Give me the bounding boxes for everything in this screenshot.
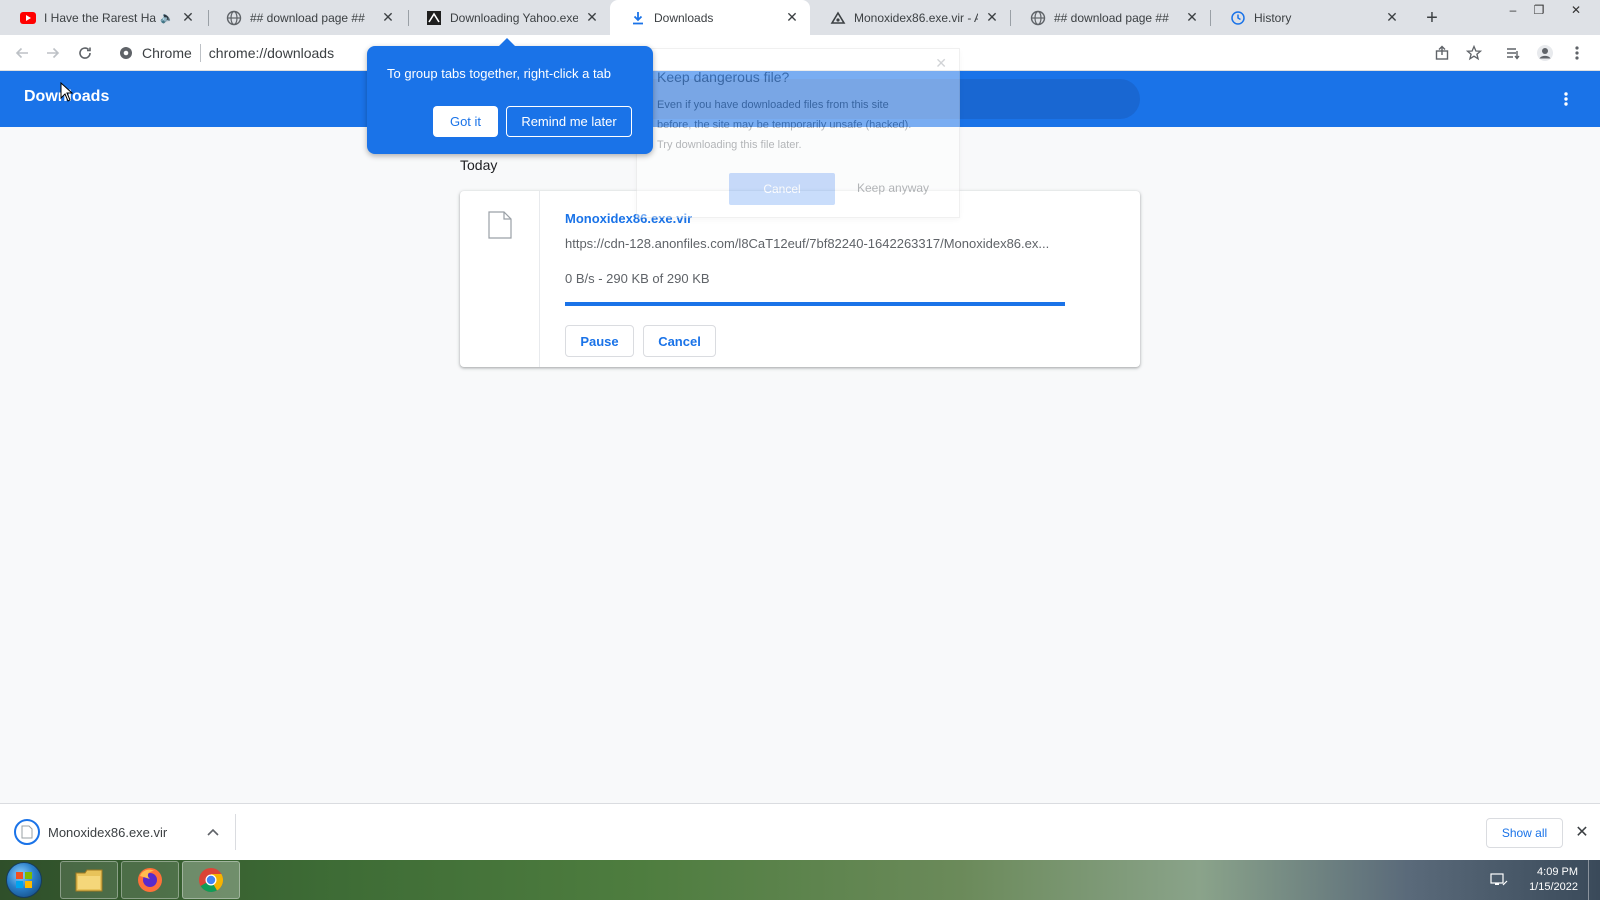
chrome-menu-icon[interactable] bbox=[1567, 43, 1587, 63]
tab-groups-promo-bubble: To group tabs together, right-click a ta… bbox=[367, 38, 653, 154]
download-progress-fill bbox=[565, 302, 1065, 306]
download-source-url[interactable]: https://cdn-128.anonfiles.com/l8CaT12euf… bbox=[565, 236, 1065, 251]
file-icon bbox=[488, 211, 512, 239]
close-tab-icon[interactable]: ✕ bbox=[984, 9, 1000, 26]
dangerous-file-dialog: Keep dangerous file? ✕ Even if you have … bbox=[636, 48, 960, 218]
tab-downloads[interactable]: Downloads ✕ bbox=[610, 0, 810, 35]
tab-title: I Have the Rarest Har bbox=[44, 10, 157, 25]
download-progress-bar bbox=[565, 302, 1065, 306]
folder-icon bbox=[75, 869, 103, 892]
tab-youtube[interactable]: I Have the Rarest Har 🔈 ✕ bbox=[0, 0, 206, 35]
shelf-download-item[interactable]: Monoxidex86.exe.vir bbox=[12, 814, 236, 850]
reading-list-icon[interactable] bbox=[1503, 43, 1523, 63]
dialog-text-line: before, the site may be temporarily unsa… bbox=[657, 119, 912, 131]
dialog-text-line: Even if you have downloaded files from t… bbox=[657, 99, 889, 111]
tab-title: History bbox=[1254, 10, 1292, 25]
system-clock[interactable]: 4:09 PM 1/15/2022 bbox=[1529, 865, 1578, 895]
reload-icon[interactable] bbox=[75, 43, 95, 63]
clock-date: 1/15/2022 bbox=[1529, 881, 1578, 893]
show-all-button[interactable]: Show all bbox=[1486, 818, 1563, 848]
close-window-button[interactable]: ✕ bbox=[1560, 0, 1592, 20]
tab-title: ## download page ## bbox=[250, 10, 365, 25]
dialog-keep-anyway-button[interactable]: Keep anyway bbox=[857, 181, 929, 195]
close-tab-icon[interactable]: ✕ bbox=[1184, 9, 1200, 26]
close-tab-icon[interactable]: ✕ bbox=[180, 9, 196, 26]
dialog-close-icon[interactable]: ✕ bbox=[935, 55, 947, 72]
bubble-text: To group tabs together, right-click a ta… bbox=[387, 66, 612, 81]
omnibox-url[interactable]: chrome://downloads bbox=[209, 45, 334, 61]
show-desktop-button[interactable] bbox=[1588, 860, 1600, 900]
date-section-heading: Today bbox=[460, 157, 498, 173]
site-icon bbox=[426, 10, 442, 26]
tab-title: Downloads bbox=[654, 10, 714, 25]
shelf-file-progress-icon bbox=[14, 819, 40, 845]
pause-button[interactable]: Pause bbox=[565, 325, 634, 357]
restore-button[interactable]: ❐ bbox=[1526, 0, 1552, 20]
close-tab-icon[interactable]: ✕ bbox=[584, 9, 600, 26]
omnibox-scheme-label: Chrome bbox=[142, 45, 192, 61]
bookmark-star-icon[interactable] bbox=[1464, 43, 1484, 63]
network-tray-icon[interactable] bbox=[1490, 872, 1508, 888]
clock-time: 4:09 PM bbox=[1537, 866, 1578, 878]
file-icon-column bbox=[460, 191, 540, 367]
tab-download-page[interactable]: ## download page ## ✕ bbox=[206, 0, 406, 35]
windows-taskbar: 4:09 PM 1/15/2022 bbox=[0, 860, 1600, 900]
taskbar-chrome[interactable] bbox=[182, 861, 240, 899]
close-shelf-icon[interactable]: ✕ bbox=[1572, 822, 1592, 842]
windows-logo-icon bbox=[16, 872, 32, 888]
chevron-up-icon[interactable] bbox=[203, 825, 223, 839]
close-tab-icon[interactable]: ✕ bbox=[1384, 9, 1400, 26]
back-icon[interactable] bbox=[12, 43, 32, 63]
download-shelf: Monoxidex86.exe.vir Show all ✕ bbox=[0, 803, 1600, 860]
cancel-download-button[interactable]: Cancel bbox=[643, 325, 716, 357]
globe-icon bbox=[1030, 10, 1046, 26]
globe-icon bbox=[226, 10, 242, 26]
more-actions-icon[interactable] bbox=[1554, 87, 1578, 111]
tab-monoxidex[interactable]: Monoxidex86.exe.vir - An ✕ bbox=[810, 0, 1010, 35]
dialog-text-line: Try downloading this file later. bbox=[657, 139, 802, 151]
tab-title: ## download page ## bbox=[1054, 10, 1169, 25]
firefox-icon bbox=[138, 868, 162, 892]
taskbar-firefox[interactable] bbox=[121, 861, 179, 899]
tab-title: Downloading Yahoo.exe bbox=[450, 10, 578, 25]
taskbar-file-explorer[interactable] bbox=[60, 861, 118, 899]
start-button[interactable] bbox=[6, 862, 42, 898]
history-icon bbox=[1230, 10, 1246, 26]
tab-downloading-yahoo[interactable]: Downloading Yahoo.exe ✕ bbox=[406, 0, 610, 35]
shelf-file-name: Monoxidex86.exe.vir bbox=[48, 824, 168, 840]
got-it-button[interactable]: Got it bbox=[433, 106, 498, 137]
tab-download-page-2[interactable]: ## download page ## ✕ bbox=[1010, 0, 1210, 35]
download-status-text: 0 B/s - 290 KB of 290 KB bbox=[565, 271, 710, 286]
dialog-title: Keep dangerous file? bbox=[657, 69, 790, 85]
mouse-cursor-icon bbox=[60, 82, 81, 102]
chrome-page-icon[interactable] bbox=[118, 45, 134, 61]
tab-title: Monoxidex86.exe.vir - An bbox=[854, 10, 978, 25]
dialog-cancel-button[interactable]: Cancel bbox=[729, 173, 835, 205]
close-tab-icon[interactable]: ✕ bbox=[784, 9, 800, 26]
forward-icon[interactable] bbox=[43, 43, 63, 63]
tab-history[interactable]: History ✕ bbox=[1210, 0, 1410, 35]
downloads-content: Today Monoxidex86.exe.vir https://cdn-12… bbox=[0, 127, 1600, 803]
share-icon[interactable] bbox=[1432, 43, 1452, 63]
youtube-icon bbox=[20, 10, 36, 26]
chrome-icon bbox=[199, 868, 224, 893]
remind-me-later-button[interactable]: Remind me later bbox=[506, 106, 632, 137]
minimize-button[interactable]: – bbox=[1500, 0, 1526, 20]
speaker-muted-icon[interactable]: 🔈 bbox=[160, 11, 174, 24]
profile-avatar-icon[interactable] bbox=[1535, 43, 1555, 63]
site-icon bbox=[830, 10, 846, 26]
omnibox-divider bbox=[199, 44, 201, 62]
download-icon bbox=[630, 10, 646, 26]
bubble-arrow bbox=[499, 38, 515, 46]
close-tab-icon[interactable]: ✕ bbox=[380, 9, 396, 26]
tab-strip: I Have the Rarest Har 🔈 ✕ ## download pa… bbox=[0, 0, 1600, 35]
new-tab-button[interactable]: + bbox=[1420, 6, 1444, 30]
